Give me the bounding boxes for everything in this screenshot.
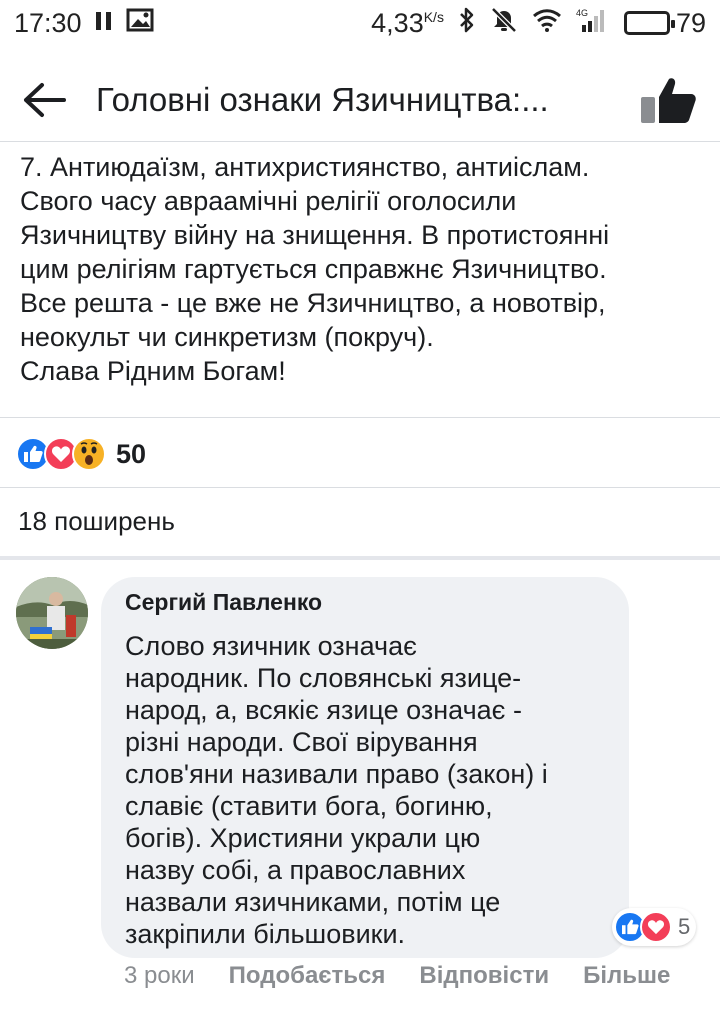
back-button[interactable] <box>22 76 70 124</box>
post-reactions[interactable]: 50 <box>16 434 146 474</box>
battery-indicator: 79 <box>623 7 706 39</box>
net-speed: 4,33K/s <box>371 8 444 39</box>
status-bar: 17:30 4,33K/s 4G 79 <box>0 0 720 46</box>
reply-button[interactable]: Відповісти <box>419 962 549 990</box>
back-arrow-icon <box>24 82 66 117</box>
net-speed-value: 4,33 <box>371 7 424 38</box>
status-time: 17:30 <box>14 7 82 38</box>
comment-timestamp[interactable]: 3 роки <box>124 962 195 990</box>
net-speed-unit: K/s <box>423 8 444 25</box>
comment-reaction-icons <box>614 911 672 943</box>
shares-count[interactable]: 18 поширень <box>18 506 175 537</box>
gallery-icon <box>126 8 154 39</box>
post-text: 7. Антиюдаїзм, антихристиянство, антиісл… <box>20 152 610 386</box>
post-body: 7. Антиюдаїзм, антихристиянство, антиісл… <box>20 150 700 388</box>
mute-icon <box>490 6 518 41</box>
status-right: 4,33K/s 4G 79 <box>371 6 706 41</box>
love-reaction-icon <box>640 911 672 943</box>
signal-icon: 4G <box>576 7 610 40</box>
reaction-icons <box>16 437 106 471</box>
bluetooth-icon <box>458 6 476 41</box>
more-button[interactable]: Більше <box>583 962 670 990</box>
comment-text: Слово язичник означає народник. По словя… <box>125 631 548 949</box>
like-comment-button[interactable]: Подобається <box>229 962 386 990</box>
divider <box>0 487 720 488</box>
section-divider <box>0 556 720 560</box>
comment-actions: 3 роки Подобається Відповісти Більше <box>124 962 670 990</box>
commenter-name[interactable]: Сергий Павленко <box>125 589 322 616</box>
reaction-count: 50 <box>116 438 147 469</box>
comment-reaction-count: 5 <box>678 914 691 939</box>
status-left: 17:30 <box>14 8 154 39</box>
wow-reaction-icon <box>72 437 106 471</box>
battery-icon <box>623 11 675 35</box>
battery-percent: 79 <box>675 7 706 38</box>
thumbs-up-icon <box>641 77 696 123</box>
wifi-icon <box>532 8 562 39</box>
comment-bubble: Сергий Павленко Слово язичник означає на… <box>101 577 629 958</box>
page-title: Головні ознаки Язичництва:... <box>96 80 549 118</box>
commenter-avatar[interactable] <box>16 577 88 649</box>
network-type-label: 4G <box>576 8 588 18</box>
app-header: Головні ознаки Язичництва:... <box>0 58 720 142</box>
like-page-button[interactable] <box>638 72 698 128</box>
divider <box>0 417 720 418</box>
pause-icon <box>94 8 114 39</box>
comment-reactions[interactable]: 5 <box>612 908 697 946</box>
avatar-image <box>16 577 88 649</box>
